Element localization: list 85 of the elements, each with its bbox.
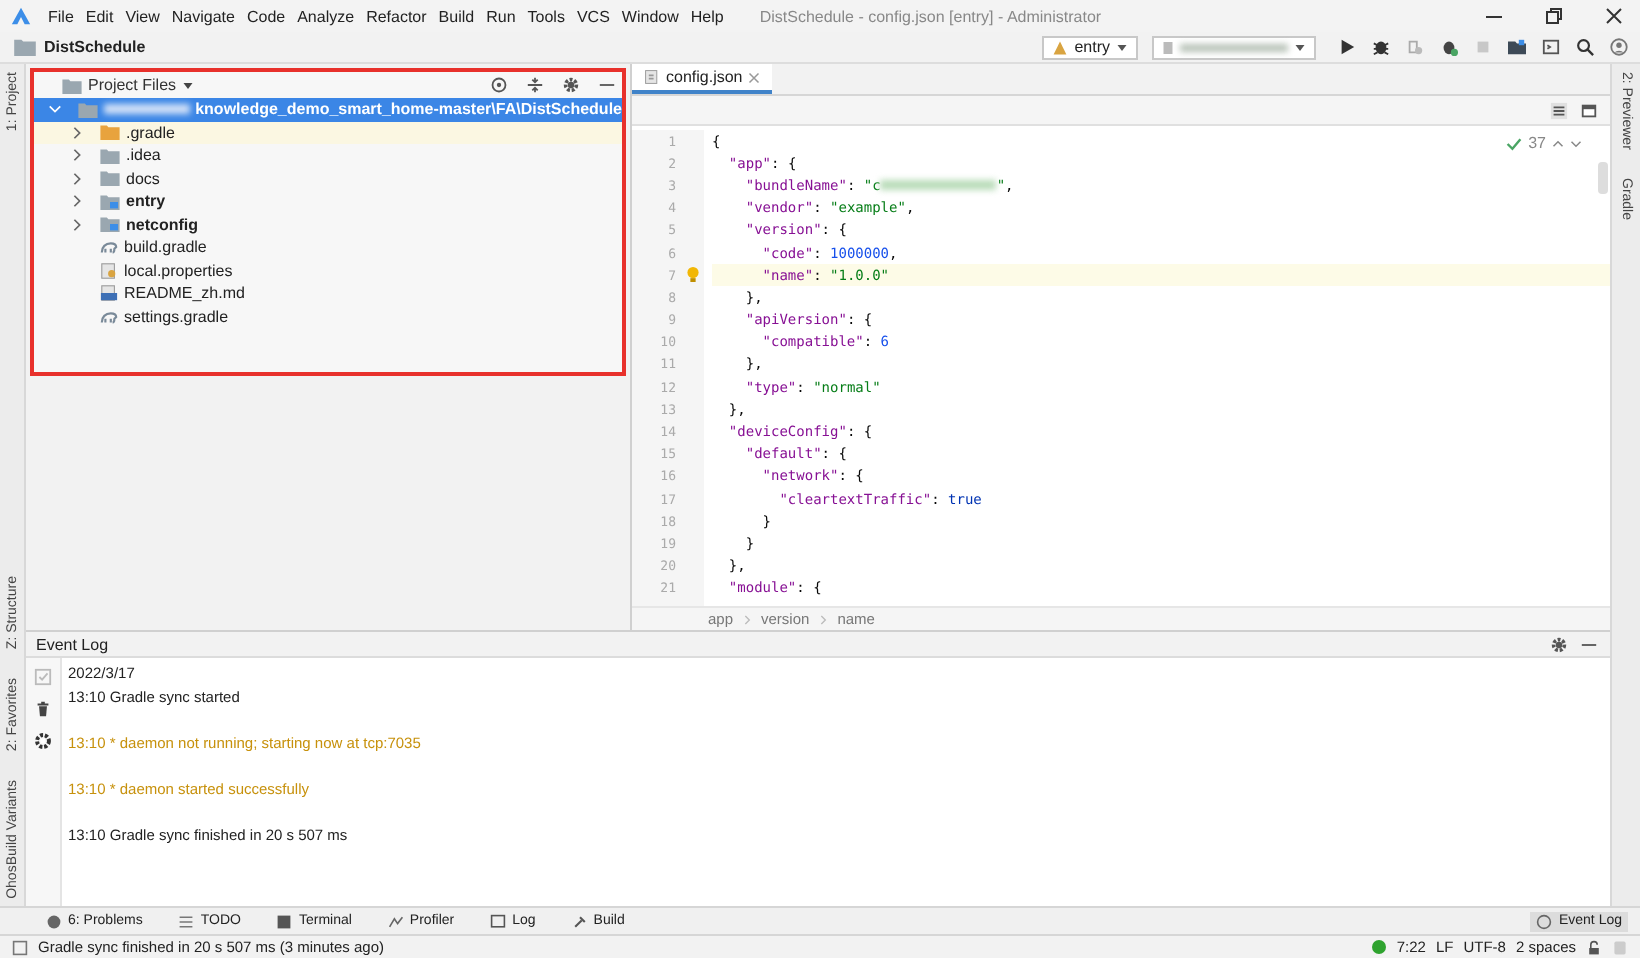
caret-icon	[1116, 41, 1128, 53]
menu-item[interactable]: VCS	[576, 7, 610, 25]
menu-item[interactable]: Code	[246, 7, 286, 25]
collapse-all-icon[interactable]	[526, 76, 544, 94]
settings-icon[interactable]	[562, 76, 580, 94]
triangle-icon	[1052, 39, 1069, 55]
tree-row[interactable]: entry	[34, 190, 622, 213]
menu-item[interactable]: Help	[690, 7, 724, 25]
tree-item-label: docs	[126, 169, 160, 188]
menu-item[interactable]: Analyze	[297, 7, 355, 25]
tree-row[interactable]: local.properties	[34, 259, 622, 282]
tree-row[interactable]: settings.gradle	[34, 305, 622, 328]
attach-debugger-icon[interactable]	[1440, 38, 1458, 56]
tree-item-label: settings.gradle	[124, 307, 229, 326]
caret-icon	[1294, 41, 1306, 53]
list-view-icon[interactable]	[1550, 101, 1568, 119]
problem-count[interactable]: 37	[1528, 134, 1546, 152]
tree-item-label: README_zh.md	[124, 284, 245, 303]
search-icon[interactable]	[1576, 38, 1594, 56]
restore-icon[interactable]	[1544, 6, 1564, 26]
project-structure-icon[interactable]	[1508, 38, 1526, 56]
settings-icon[interactable]	[34, 732, 52, 750]
tree-item-label: build.gradle	[124, 238, 207, 257]
scrollbar-thumb[interactable]	[1598, 162, 1608, 194]
elephant-icon	[100, 307, 118, 326]
phone-icon	[1162, 39, 1174, 55]
debug-icon[interactable]	[1372, 38, 1390, 56]
tree-row[interactable]: docs	[34, 167, 622, 190]
lock-icon[interactable]	[1586, 939, 1602, 955]
tree-item-label: .gradle	[126, 123, 175, 142]
file-icon	[644, 68, 660, 86]
settings-file-icon	[100, 261, 118, 280]
panel-title: Event Log	[36, 635, 109, 653]
menu-item[interactable]: Navigate	[171, 7, 235, 25]
editor-tab[interactable]: config.json	[632, 64, 773, 94]
tree-item-label: local.properties	[124, 261, 233, 280]
tree-item-label: knowledge_demo_smart_home-master\FA\DistSchedule	[195, 100, 622, 119]
menu-item[interactable]: Build	[438, 7, 475, 25]
terminal-window-icon[interactable]	[1542, 38, 1560, 56]
tree-row[interactable]: .gradle	[34, 121, 622, 144]
tree-row[interactable]: knowledge_demo_smart_home-master\FA\DistSchedule	[34, 98, 622, 121]
preview-icon[interactable]	[1580, 101, 1598, 119]
log-icon	[490, 913, 507, 929]
tree-item-label: netconfig	[126, 215, 198, 234]
markdown-file-icon	[100, 284, 118, 303]
close-icon[interactable]	[1604, 6, 1624, 26]
list-icon	[178, 913, 195, 929]
project-breadcrumb[interactable]: DistSchedule	[44, 38, 146, 56]
menu-item[interactable]: Tools	[527, 7, 565, 25]
trash-icon[interactable]	[34, 700, 52, 718]
panel-title[interactable]: Project Files	[88, 76, 177, 94]
tree-row[interactable]: netconfig	[34, 213, 622, 236]
locate-icon[interactable]	[490, 76, 508, 94]
chart-icon	[387, 913, 404, 929]
app-logo-icon	[10, 5, 32, 27]
tree-item-label: .idea	[126, 146, 161, 165]
menu-item[interactable]: Refactor	[366, 7, 427, 25]
light-bulb-icon[interactable]	[686, 266, 700, 285]
check-icon[interactable]	[1506, 135, 1523, 151]
checkbox-icon[interactable]	[12, 939, 28, 955]
run-config-dropdown[interactable]: entry	[1042, 35, 1138, 59]
separator-icon	[743, 613, 752, 625]
caret-icon[interactable]	[182, 79, 195, 91]
hammer-icon	[571, 913, 588, 929]
menu-item[interactable]: Window	[621, 7, 679, 25]
folder-icon	[14, 38, 36, 56]
terminal-icon	[276, 913, 293, 929]
tree-row[interactable]: build.gradle	[34, 236, 622, 259]
menu-item[interactable]: File	[48, 7, 74, 25]
tab-label: config.json	[666, 68, 743, 86]
menu-item[interactable]: Run	[486, 7, 516, 25]
tree-row[interactable]: README_zh.md	[34, 282, 622, 305]
elephant-icon	[100, 238, 118, 257]
menu-item[interactable]: Edit	[85, 7, 114, 25]
settings-icon[interactable]	[1550, 635, 1568, 653]
window-title: DistSchedule - config.json [entry] - Administrator	[759, 7, 1104, 25]
tree-item-label: entry	[126, 192, 166, 211]
tree-row[interactable]: .idea	[34, 144, 622, 167]
menu-item[interactable]: View	[125, 7, 160, 25]
separator-icon	[819, 613, 828, 625]
folder-icon	[100, 216, 120, 233]
user-icon[interactable]	[1610, 38, 1628, 56]
folder-icon	[100, 193, 120, 210]
run-icon[interactable]	[1338, 38, 1356, 56]
status-dot-icon	[1372, 940, 1387, 954]
